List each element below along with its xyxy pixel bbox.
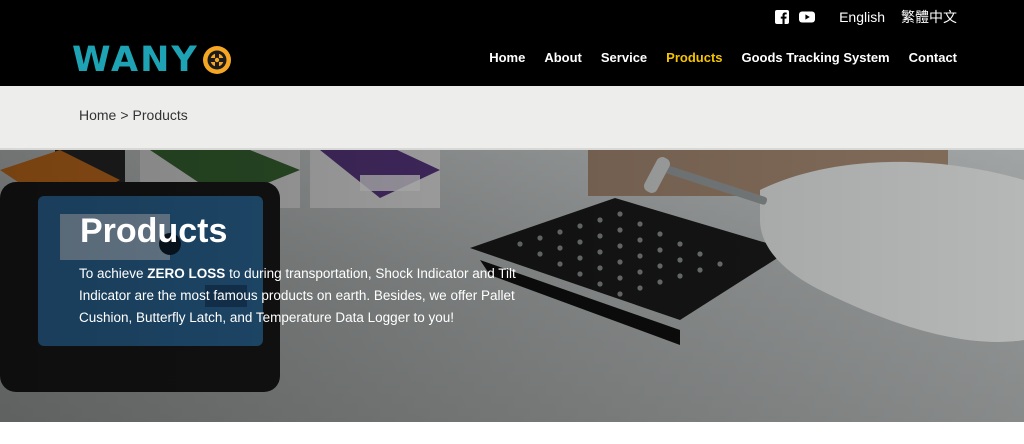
- logo-mark-icon: [202, 45, 232, 75]
- nav-goods-tracking-system[interactable]: Goods Tracking System: [742, 50, 890, 65]
- main-nav: Home About Service Products Goods Tracki…: [470, 50, 957, 65]
- hero-description-start: To achieve: [79, 266, 148, 281]
- top-utility-bar: English 繁體中文: [775, 6, 957, 28]
- hero-description: To achieve ZERO LOSS to during transport…: [79, 263, 519, 329]
- nav-products[interactable]: Products: [666, 50, 722, 65]
- youtube-icon[interactable]: [799, 10, 816, 24]
- hero-banner: Products To achieve ZERO LOSS to during …: [0, 150, 1024, 422]
- breadcrumb-separator: >: [120, 107, 129, 123]
- hero-title: Products: [80, 212, 228, 250]
- language-traditional-chinese[interactable]: 繁體中文: [901, 7, 957, 27]
- logo[interactable]: WANY: [72, 41, 232, 79]
- nav-contact[interactable]: Contact: [909, 50, 957, 65]
- facebook-icon[interactable]: [775, 10, 790, 24]
- breadcrumb-bar: Home > Products: [0, 86, 1024, 150]
- logo-text: WANY: [72, 40, 199, 80]
- breadcrumb-current: Products: [132, 107, 188, 123]
- page-bottom-strip: [0, 422, 1024, 444]
- site-header: WANY English 繁體中文 Home About Service Pro…: [0, 0, 1024, 86]
- nav-service[interactable]: Service: [601, 50, 647, 65]
- breadcrumb-home-link[interactable]: Home: [79, 107, 116, 123]
- hero-description-highlight: ZERO LOSS: [147, 266, 226, 281]
- breadcrumb: Home > Products: [79, 107, 188, 123]
- nav-about[interactable]: About: [544, 50, 582, 65]
- nav-home[interactable]: Home: [489, 50, 525, 65]
- language-english[interactable]: English: [839, 9, 885, 25]
